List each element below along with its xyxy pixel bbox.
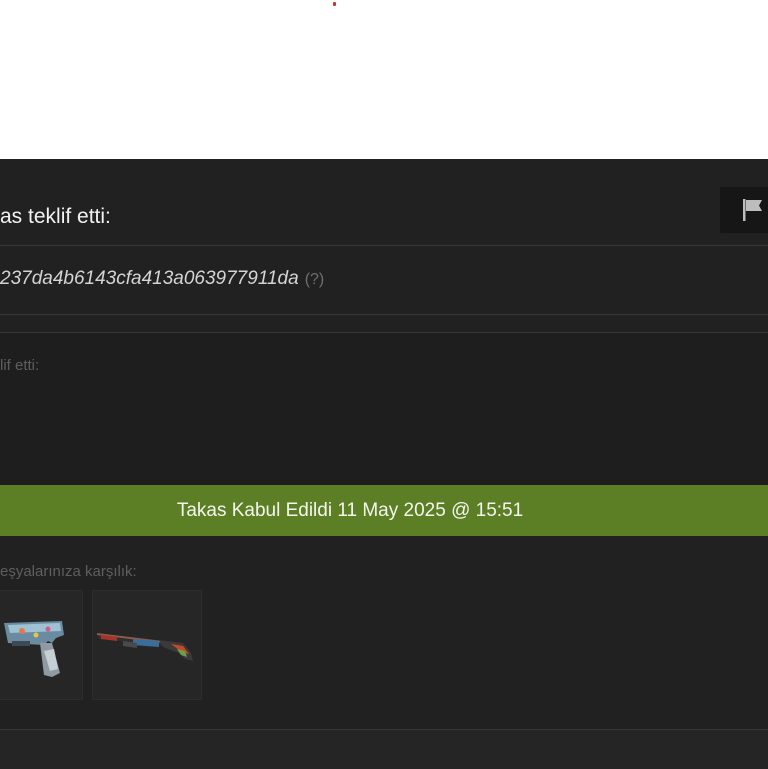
return-items-label: eşyalarınıza karşılık: [0,563,137,580]
trade-status-text: Takas Kabul Edildi 11 May 2025 @ 15:51 [176,500,524,521]
item-slot[interactable] [0,590,83,700]
offer-label: lif etti: [0,357,40,374]
flag-icon [743,199,762,221]
trade-id-value: 237da4b6143cfa413a063977911da [0,268,299,289]
report-button[interactable] [720,187,768,233]
red-dot-marker [333,2,336,6]
shotgun-skin-icon [97,633,193,661]
trade-status-bar: Takas Kabul Edildi 11 May 2025 @ 15:51 [0,485,768,536]
divider [0,314,768,315]
divider [0,245,768,246]
offer-section [0,333,768,485]
footer-bar [0,729,768,769]
item-slot[interactable] [92,590,202,700]
trade-id: 237da4b6143cfa413a063977911da (?) [0,267,324,291]
trade-panel: as teklif etti: 237da4b6143cfa413a063977… [0,159,768,769]
pistol-skin-icon [4,621,64,677]
trade-header-title: as teklif etti: [0,205,111,228]
help-link[interactable]: (?) [305,271,325,288]
